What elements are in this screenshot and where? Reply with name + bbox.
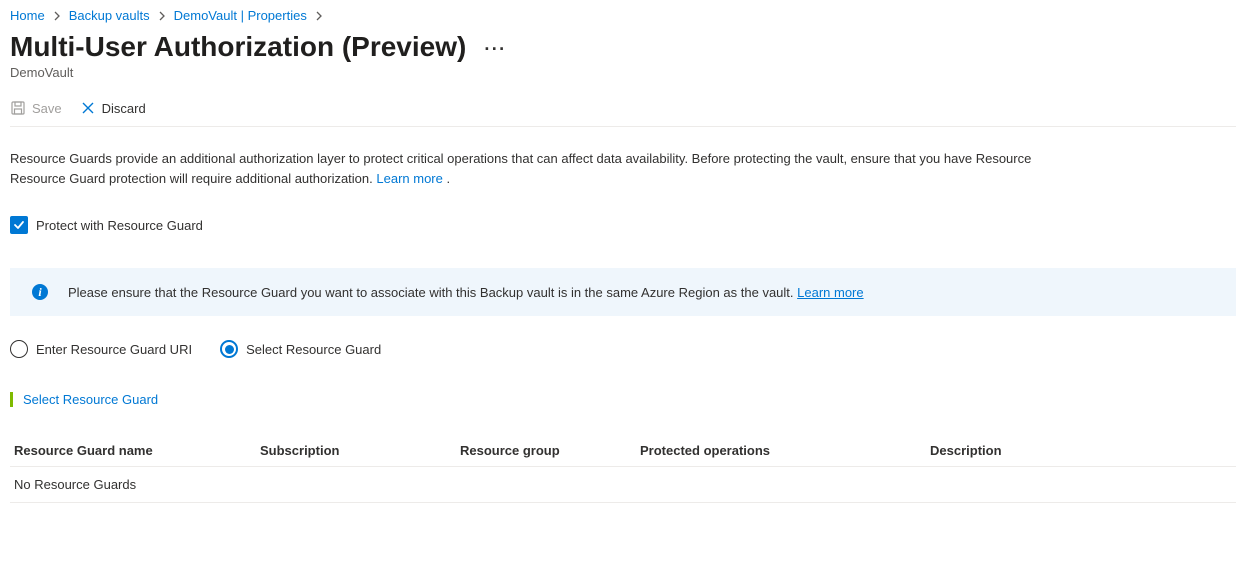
chevron-right-icon [313, 10, 325, 22]
info-learn-more-link[interactable]: Learn more [797, 285, 863, 300]
info-banner: i Please ensure that the Resource Guard … [10, 268, 1236, 316]
discard-button[interactable]: Discard [80, 100, 146, 116]
resource-guard-table: Resource Guard name Subscription Resourc… [10, 435, 1236, 503]
radio-icon-checked [220, 340, 238, 358]
radio-enter-uri[interactable]: Enter Resource Guard URI [10, 340, 192, 358]
info-text: Please ensure that the Resource Guard yo… [68, 285, 797, 300]
chevron-right-icon [51, 10, 63, 22]
toolbar: Save Discard [10, 94, 1236, 127]
description-text: Resource Guards provide an additional au… [10, 149, 1236, 188]
breadcrumb-home[interactable]: Home [10, 8, 45, 23]
close-icon [80, 100, 96, 116]
breadcrumb: Home Backup vaults DemoVault | Propertie… [10, 8, 1236, 23]
protect-checkbox[interactable] [10, 216, 28, 234]
page-subtitle: DemoVault [10, 65, 1236, 80]
empty-cell: No Resource Guards [10, 477, 260, 492]
radio-icon-unchecked [10, 340, 28, 358]
protect-checkbox-label: Protect with Resource Guard [36, 218, 203, 233]
checkmark-icon [13, 219, 25, 231]
chevron-right-icon [156, 10, 168, 22]
radio-select-guard[interactable]: Select Resource Guard [220, 340, 381, 358]
radio-select-guard-label: Select Resource Guard [246, 342, 381, 357]
save-icon [10, 100, 26, 116]
more-actions-button[interactable]: ··· [484, 39, 506, 60]
col-resource-group: Resource group [460, 443, 640, 458]
radio-enter-uri-label: Enter Resource Guard URI [36, 342, 192, 357]
breadcrumb-demovault[interactable]: DemoVault | Properties [174, 8, 307, 23]
breadcrumb-vaults[interactable]: Backup vaults [69, 8, 150, 23]
table-header: Resource Guard name Subscription Resourc… [10, 435, 1236, 467]
save-button: Save [10, 100, 62, 116]
learn-more-link[interactable]: Learn more [376, 171, 442, 186]
col-name: Resource Guard name [10, 443, 260, 458]
select-resource-guard-link[interactable]: Select Resource Guard [23, 392, 158, 407]
col-protected-ops: Protected operations [640, 443, 930, 458]
page-title: Multi-User Authorization (Preview) [10, 31, 466, 63]
discard-label: Discard [102, 101, 146, 116]
table-row-empty: No Resource Guards [10, 467, 1236, 503]
col-subscription: Subscription [260, 443, 460, 458]
radio-group: Enter Resource Guard URI Select Resource… [10, 340, 1236, 358]
info-icon: i [32, 284, 48, 300]
save-label: Save [32, 101, 62, 116]
col-description: Description [930, 443, 1236, 458]
